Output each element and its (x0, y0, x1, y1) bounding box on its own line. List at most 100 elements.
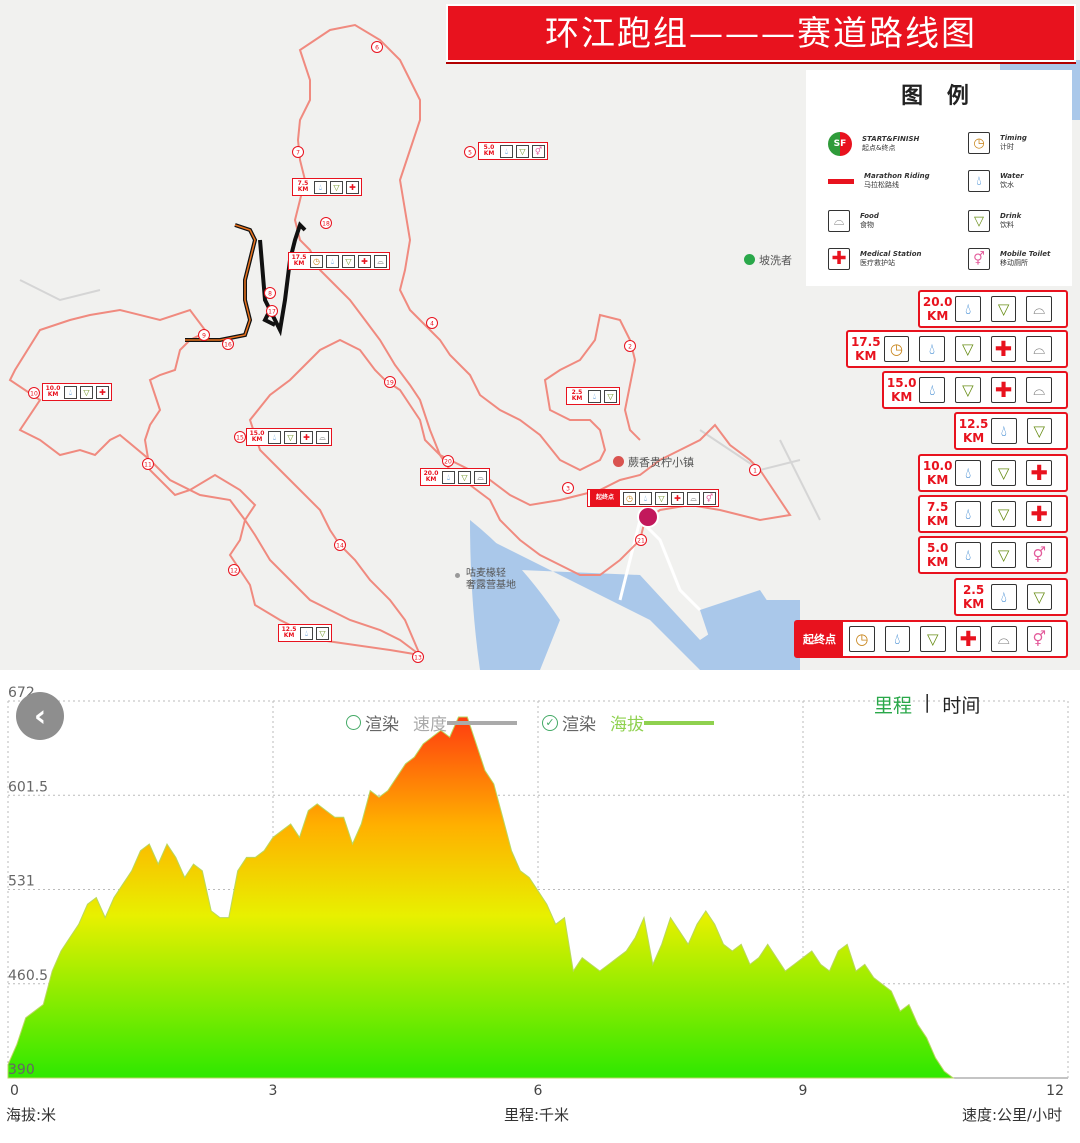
map-station-marker[interactable]: 17.5 KM ◷ 💧︎ ▽ ✚ ⌓ (288, 252, 390, 270)
x-tick-label: 9 (799, 1083, 808, 1099)
legend-zh: 起点&终点 (862, 144, 896, 152)
km-marker-label: 7 (296, 150, 300, 157)
supply-station[interactable]: 15.0 KM 💧︎ ▽ ✚ ⌓ (882, 371, 1068, 409)
water-drop-icon: 💧︎ (991, 584, 1017, 610)
legend-item-food: ⌓ Food 食物 (828, 210, 879, 232)
x-axis-title: 里程:千米 (504, 1106, 570, 1124)
drink-cup-icon: ▽ (516, 144, 529, 158)
water-drop-icon: 💧︎ (968, 170, 990, 192)
poi-label[interactable]: 坡洗者 (759, 252, 792, 268)
food-cloche-icon: ⌓ (1026, 336, 1052, 362)
station-km-label: 7.5 KM (927, 500, 949, 528)
km-marker-label: 10 (30, 391, 38, 398)
x-tick-label: 6 (534, 1083, 543, 1099)
supply-station[interactable]: 2.5 KM 💧︎ ▽ (954, 578, 1068, 616)
route-highlight-orange (185, 224, 256, 341)
map-title: 环江跑组———赛道路线图 (545, 14, 977, 54)
toilet-icon: ⚥ (703, 491, 716, 505)
legend-altitude[interactable]: ✓ 渲染 海拔 (542, 710, 714, 735)
toilet-icon: ⚥ (968, 248, 990, 270)
legend-zh: 医疗救护站 (860, 259, 895, 267)
medical-cross-icon: ✚ (955, 626, 981, 652)
y-tick-label: 460.5 (8, 968, 48, 984)
water-drop-icon: 💧︎ (919, 377, 946, 403)
map-station-marker[interactable]: 12.5 KM 💧︎ ▽ (278, 624, 332, 642)
station-km-label: 2.5 KM (962, 583, 985, 611)
medical-cross-icon: ✚ (1026, 460, 1053, 486)
supply-station[interactable]: 10.0 KM 💧︎ ▽ ✚ (918, 454, 1068, 492)
supply-station[interactable]: 17.5 KM ◷ 💧︎ ▽ ✚ ⌓ (846, 330, 1068, 368)
km-marker-label: 3 (566, 486, 570, 493)
timing-icon: ◷ (849, 626, 875, 652)
legend-item-route: Marathon Riding 马拉松路线 (828, 172, 930, 190)
water-drop-icon: 💧︎ (326, 254, 339, 268)
station-km-label: 12.5 KM (958, 417, 989, 445)
water-drop-icon: 💧︎ (588, 389, 601, 403)
map-station-marker[interactable]: 7.5 KM 💧︎ ▽ ✚ (292, 178, 362, 196)
medical-cross-icon: ✚ (96, 385, 109, 399)
legend-en: Food (860, 212, 879, 220)
km-marker-label: 8 (268, 291, 272, 298)
sf-badge-icon: SF (828, 132, 852, 156)
map-station-marker[interactable]: 起终点 ◷ 💧︎ ▽ ✚ ⌓ ⚥ (587, 489, 719, 507)
food-cloche-icon: ⌓ (991, 626, 1017, 652)
map-station-marker[interactable]: 15.0 KM 💧︎ ▽ ✚ ⌓ (246, 428, 332, 446)
supply-station[interactable]: 20.0 KM 💧︎ ▽ ⌓ (918, 290, 1068, 328)
legend-zh: 计时 (1000, 143, 1014, 151)
food-cloche-icon: ⌓ (1026, 296, 1053, 322)
map-station-marker[interactable]: 5.0 KM 💧︎ ▽ ⚥ (478, 142, 548, 160)
drink-cup-icon: ▽ (955, 377, 981, 403)
poi-pin-red (613, 456, 624, 467)
km-marker-label: 15 (236, 435, 244, 442)
legend-render-label: 渲染 (365, 715, 399, 735)
legend-en: Marathon Riding (864, 172, 930, 180)
legend-item-water: 💧︎ Water 饮水 (968, 170, 1024, 192)
toggle-separator: | (924, 691, 931, 713)
km-marker-label: 1 (753, 468, 757, 475)
map-station-marker[interactable]: 2.5 KM 💧︎ ▽ (566, 387, 620, 405)
checked-circle-icon[interactable]: ✓ (542, 714, 558, 731)
toilet-icon: ⚥ (1026, 626, 1052, 652)
drink-cup-icon: ▽ (342, 254, 355, 268)
x-tick-label: 12 (1046, 1083, 1064, 1099)
legend-speed[interactable]: 渲染 速度 (346, 710, 517, 735)
toggle-distance[interactable]: 里程 (874, 691, 912, 718)
route-loop-west (8, 308, 421, 656)
poi-label[interactable]: 蕨香贵柠小镇 (628, 454, 694, 470)
map-title-banner: 环江跑组———赛道路线图 (446, 4, 1076, 62)
supply-station[interactable]: 12.5 KM 💧︎ ▽ (954, 412, 1068, 450)
supply-station[interactable]: 5.0 KM 💧︎ ▽ ⚥ (918, 536, 1068, 574)
elevation-area (7, 716, 955, 1079)
poi-label[interactable]: 咕麦椽轻 奢露营基地 (466, 568, 516, 592)
drink-cup-icon: ▽ (990, 501, 1017, 527)
station-km-label: 17.5 KM (850, 335, 881, 363)
chart-canvas: 390460.5531601.5672 0 3 6 9 12 (7, 685, 1069, 1099)
supply-station[interactable]: 起终点 ◷ 💧︎ ▽ ✚ ⌓ ⚥ (794, 620, 1068, 658)
map-legend: 图 例 SF START&FINISH 起点&终点 ◷ Timing 计时 Mara… (806, 70, 1072, 286)
water-drop-icon: 💧︎ (64, 385, 77, 399)
map-station-marker[interactable]: 20.0 KM 💧︎ ▽ ⌓ (420, 468, 490, 486)
water-drop-icon: 💧︎ (639, 491, 652, 505)
water-drop-icon: 💧︎ (500, 144, 513, 158)
km-marker-label: 4 (430, 321, 434, 328)
map-station-marker[interactable]: 10.0 KM 💧︎ ▽ ✚ (42, 383, 112, 401)
medical-cross-icon: ✚ (828, 248, 850, 270)
drink-cup-icon: ▽ (655, 491, 668, 505)
drink-cup-icon: ▽ (330, 180, 343, 194)
legend-item-toilet: ⚥ Mobile Toilet 移动厕所 (968, 248, 1050, 270)
km-marker-label: 5 (468, 150, 472, 157)
unchecked-circle-icon[interactable] (346, 715, 361, 730)
legend-en: Medical Station (860, 250, 922, 258)
back-button[interactable]: ‹ (16, 692, 64, 740)
legend-zh: 马拉松路线 (864, 181, 899, 189)
legend-zh: 食物 (860, 221, 874, 229)
food-cloche-icon: ⌓ (374, 254, 387, 268)
elevation-chart: 390 460.5 531 601.5 672 0 3 6 9 12 ‹ 渲染 速度 ✓ 渲染 … (0, 676, 1080, 1143)
marker-km-label: 起终点 (590, 489, 620, 507)
supply-station[interactable]: 7.5 KM 💧︎ ▽ ✚ (918, 495, 1068, 533)
toggle-time[interactable]: 时间 (942, 691, 980, 718)
marker-km-label: 7.5 KM (297, 180, 309, 193)
x-tick-labels: 0 3 6 9 12 (10, 1083, 1064, 1099)
marker-km-label: 15.0 KM (249, 430, 265, 443)
water-drop-icon: 💧︎ (955, 542, 981, 568)
